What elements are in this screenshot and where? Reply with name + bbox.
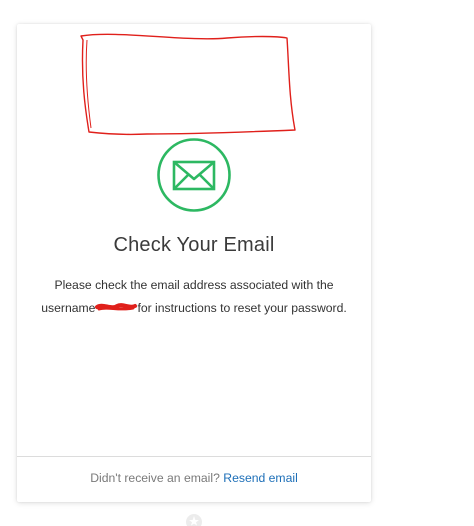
redaction-scribble: [80, 33, 296, 136]
message-text-end: for instructions to reset your password.: [137, 300, 347, 315]
resend-prompt: Didn't receive an email?: [90, 471, 220, 485]
check-email-card: Check Your Email Please check the email …: [17, 24, 371, 502]
username-redaction: [95, 301, 138, 313]
instruction-message: Please check the email address associate…: [41, 274, 347, 319]
resend-email-link[interactable]: Resend email: [223, 471, 298, 485]
resend-footer: Didn't receive an email? Resend email: [17, 471, 371, 485]
footer-divider: [17, 456, 371, 457]
star-icon: [186, 514, 202, 526]
mail-icon: [157, 138, 231, 212]
page: Check Your Email Please check the email …: [0, 0, 474, 526]
page-title: Check Your Email: [113, 234, 275, 256]
